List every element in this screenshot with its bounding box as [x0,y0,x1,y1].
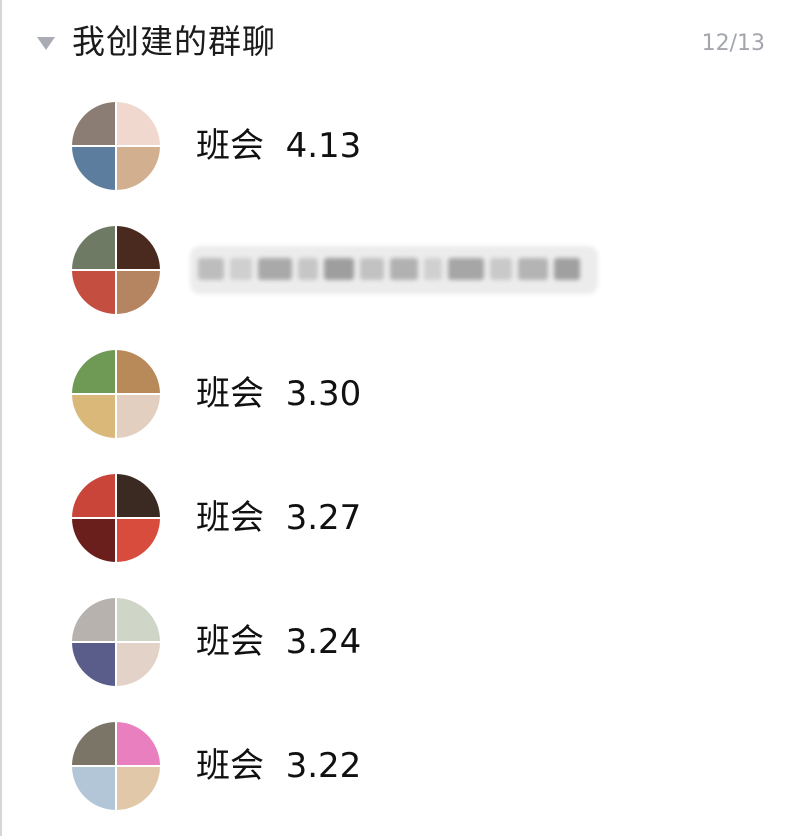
group-chat-list-page: 我创建的群聊 12/13 班会 4.13 班会 3.30 班会 3.27 班会 … [0,0,800,836]
group-count: 12/13 [701,31,765,56]
group-avatar[interactable] [72,722,160,810]
avatar-tile [117,722,160,765]
avatar-tile [117,643,160,686]
group-avatar[interactable] [72,102,160,190]
avatar-tile [72,519,115,562]
avatar-tile [117,350,160,393]
redacted-chat-name [190,246,598,294]
avatar-tile [117,767,160,810]
avatar-tile [72,474,115,517]
caret-down-icon[interactable] [37,37,55,50]
avatar-tile [72,350,115,393]
avatar-tile [72,767,115,810]
avatar-tile [72,722,115,765]
group-avatar[interactable] [72,350,160,438]
chat-name: 班会 4.13 [196,126,362,166]
group-avatar[interactable] [72,226,160,314]
avatar-tile [72,643,115,686]
avatar-tile [72,271,115,314]
avatar-tile [117,226,160,269]
group-title: 我创建的群聊 [72,22,276,61]
chat-item[interactable]: 班会 3.24 [0,580,800,704]
chat-item[interactable]: 班会 3.22 [0,704,800,828]
avatar-tile [117,147,160,190]
avatar-tile [117,519,160,562]
chat-item[interactable]: 班会 4.13 [0,84,800,208]
group-avatar[interactable] [72,474,160,562]
chat-item[interactable]: 班会 3.27 [0,456,800,580]
chat-name: 班会 3.22 [196,746,362,786]
group-header[interactable]: 我创建的群聊 12/13 [0,0,800,90]
avatar-tile [117,102,160,145]
avatar-tile [72,147,115,190]
avatar-tile [117,474,160,517]
avatar-tile [72,102,115,145]
chat-name: 班会 3.27 [196,498,362,538]
avatar-tile [72,395,115,438]
avatar-tile [72,598,115,641]
chat-item[interactable] [0,208,800,332]
chat-name: 班会 3.24 [196,622,362,662]
group-avatar[interactable] [72,598,160,686]
avatar-tile [117,598,160,641]
avatar-tile [117,395,160,438]
avatar-tile [72,226,115,269]
avatar-tile [117,271,160,314]
chat-name: 班会 3.30 [196,374,362,414]
chat-item[interactable]: 班会 3.30 [0,332,800,456]
